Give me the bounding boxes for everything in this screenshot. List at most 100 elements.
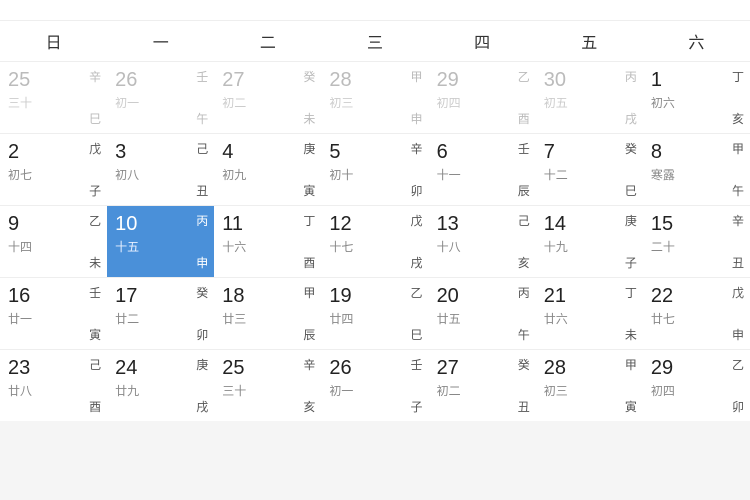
day-cell[interactable]: 26壬初一午 bbox=[107, 61, 214, 133]
day-cell[interactable]: 23己廿八酉 bbox=[0, 349, 107, 421]
day-cell[interactable]: 11丁十六酉 bbox=[214, 205, 321, 277]
gz-bottom: 丑 bbox=[518, 398, 530, 415]
day-number: 26 bbox=[329, 356, 422, 380]
day-cell[interactable]: 28甲初三申 bbox=[321, 61, 428, 133]
day-number: 24 bbox=[115, 356, 208, 380]
day-cell[interactable]: 7癸十二巳 bbox=[536, 133, 643, 205]
day-cell[interactable]: 29乙初四酉 bbox=[429, 61, 536, 133]
gz-top: 辛 bbox=[732, 214, 744, 228]
day-number: 19 bbox=[329, 284, 422, 308]
weekday-row: 日一二三四五六 bbox=[0, 20, 750, 61]
day-cell[interactable]: 12戊十七戌 bbox=[321, 205, 428, 277]
gz-bottom: 丑 bbox=[732, 254, 744, 271]
lunar-date: 初八 bbox=[115, 166, 208, 183]
gz-bottom: 寅 bbox=[303, 182, 315, 199]
weekday-label: 六 bbox=[643, 21, 750, 61]
day-number: 13 bbox=[437, 212, 530, 236]
lunar-date: 初五 bbox=[544, 94, 637, 111]
gz-bottom: 辰 bbox=[303, 326, 315, 343]
gz-bottom: 戌 bbox=[411, 254, 423, 271]
gz-bottom: 寅 bbox=[625, 398, 637, 415]
day-cell[interactable]: 4庚初九寅 bbox=[214, 133, 321, 205]
gz-top: 庚 bbox=[625, 214, 637, 228]
day-cell[interactable]: 25辛三十巳 bbox=[0, 61, 107, 133]
day-cell[interactable]: 8甲寒露午 bbox=[643, 133, 750, 205]
day-number: 5 bbox=[329, 140, 422, 164]
day-cell[interactable]: 21丁廿六未 bbox=[536, 277, 643, 349]
gz-top: 甲 bbox=[625, 358, 637, 372]
day-cell[interactable]: 6壬十一辰 bbox=[429, 133, 536, 205]
gz-top: 丁 bbox=[303, 214, 315, 228]
day-cell[interactable]: 29乙初四卯 bbox=[643, 349, 750, 421]
gz-top: 庚 bbox=[303, 142, 315, 156]
gz-bottom: 午 bbox=[518, 326, 530, 343]
gz-top: 庚 bbox=[196, 358, 208, 372]
day-cell[interactable]: 24庚廿九戌 bbox=[107, 349, 214, 421]
weekday-label: 五 bbox=[536, 21, 643, 61]
day-number: 27 bbox=[222, 68, 315, 92]
day-cell[interactable]: 1丁初六亥 bbox=[643, 61, 750, 133]
gz-bottom: 亥 bbox=[303, 398, 315, 415]
gz-bottom: 卯 bbox=[196, 326, 208, 343]
gz-top: 癸 bbox=[625, 142, 637, 156]
day-cell[interactable]: 13己十八亥 bbox=[429, 205, 536, 277]
gz-top: 戊 bbox=[732, 286, 744, 300]
lunar-date: 十九 bbox=[544, 238, 637, 255]
lunar-date: 十一 bbox=[437, 166, 530, 183]
day-cell[interactable]: 15辛二十丑 bbox=[643, 205, 750, 277]
day-number: 2 bbox=[8, 140, 101, 164]
gz-bottom: 申 bbox=[411, 110, 423, 127]
day-cell[interactable]: 26壬初一子 bbox=[321, 349, 428, 421]
lunar-date: 初三 bbox=[329, 94, 422, 111]
day-cell[interactable]: 9乙十四未 bbox=[0, 205, 107, 277]
day-number: 20 bbox=[437, 284, 530, 308]
day-cell[interactable]: 30丙初五戌 bbox=[536, 61, 643, 133]
gz-bottom: 巳 bbox=[411, 326, 423, 343]
gz-bottom: 卯 bbox=[411, 182, 423, 199]
gz-top: 丁 bbox=[732, 70, 744, 84]
day-cell[interactable]: 18甲廿三辰 bbox=[214, 277, 321, 349]
gz-top: 癸 bbox=[303, 70, 315, 84]
day-cell[interactable]: 20丙廿五午 bbox=[429, 277, 536, 349]
day-cell[interactable]: 2戊初七子 bbox=[0, 133, 107, 205]
day-cell[interactable]: 10丙十五申 bbox=[107, 205, 214, 277]
day-number: 8 bbox=[651, 140, 744, 164]
day-cell[interactable]: 19乙廿四巳 bbox=[321, 277, 428, 349]
day-number: 18 bbox=[222, 284, 315, 308]
lunar-date: 廿七 bbox=[651, 310, 744, 327]
lunar-date: 初一 bbox=[115, 94, 208, 111]
day-cell[interactable]: 16壬廿一寅 bbox=[0, 277, 107, 349]
day-cell[interactable]: 28甲初三寅 bbox=[536, 349, 643, 421]
lunar-date: 初二 bbox=[222, 94, 315, 111]
gz-bottom: 丑 bbox=[196, 182, 208, 199]
day-number: 17 bbox=[115, 284, 208, 308]
lunar-date: 初一 bbox=[329, 382, 422, 399]
lunar-date: 廿九 bbox=[115, 382, 208, 399]
day-cell[interactable]: 17癸廿二卯 bbox=[107, 277, 214, 349]
day-cell[interactable]: 14庚十九子 bbox=[536, 205, 643, 277]
day-cell[interactable]: 27癸初二丑 bbox=[429, 349, 536, 421]
day-number: 29 bbox=[437, 68, 530, 92]
gz-bottom: 申 bbox=[196, 254, 208, 271]
gz-bottom: 子 bbox=[411, 398, 423, 415]
day-cell[interactable]: 27癸初二未 bbox=[214, 61, 321, 133]
day-number: 27 bbox=[437, 356, 530, 380]
gz-top: 壬 bbox=[196, 70, 208, 84]
lunar-date: 廿二 bbox=[115, 310, 208, 327]
day-cell[interactable]: 22戊廿七申 bbox=[643, 277, 750, 349]
gz-top: 丁 bbox=[625, 286, 637, 300]
weekday-label: 二 bbox=[214, 21, 321, 61]
lunar-date: 初六 bbox=[651, 94, 744, 111]
lunar-date: 十七 bbox=[329, 238, 422, 255]
gz-top: 乙 bbox=[732, 358, 744, 372]
day-number: 25 bbox=[8, 68, 101, 92]
lunar-date: 初七 bbox=[8, 166, 101, 183]
day-cell[interactable]: 25辛三十亥 bbox=[214, 349, 321, 421]
gz-bottom: 午 bbox=[196, 110, 208, 127]
day-cell[interactable]: 3己初八丑 bbox=[107, 133, 214, 205]
gz-bottom: 寅 bbox=[89, 326, 101, 343]
gz-bottom: 未 bbox=[89, 254, 101, 271]
day-cell[interactable]: 5辛初十卯 bbox=[321, 133, 428, 205]
gz-bottom: 亥 bbox=[732, 110, 744, 127]
gz-bottom: 申 bbox=[732, 326, 744, 343]
